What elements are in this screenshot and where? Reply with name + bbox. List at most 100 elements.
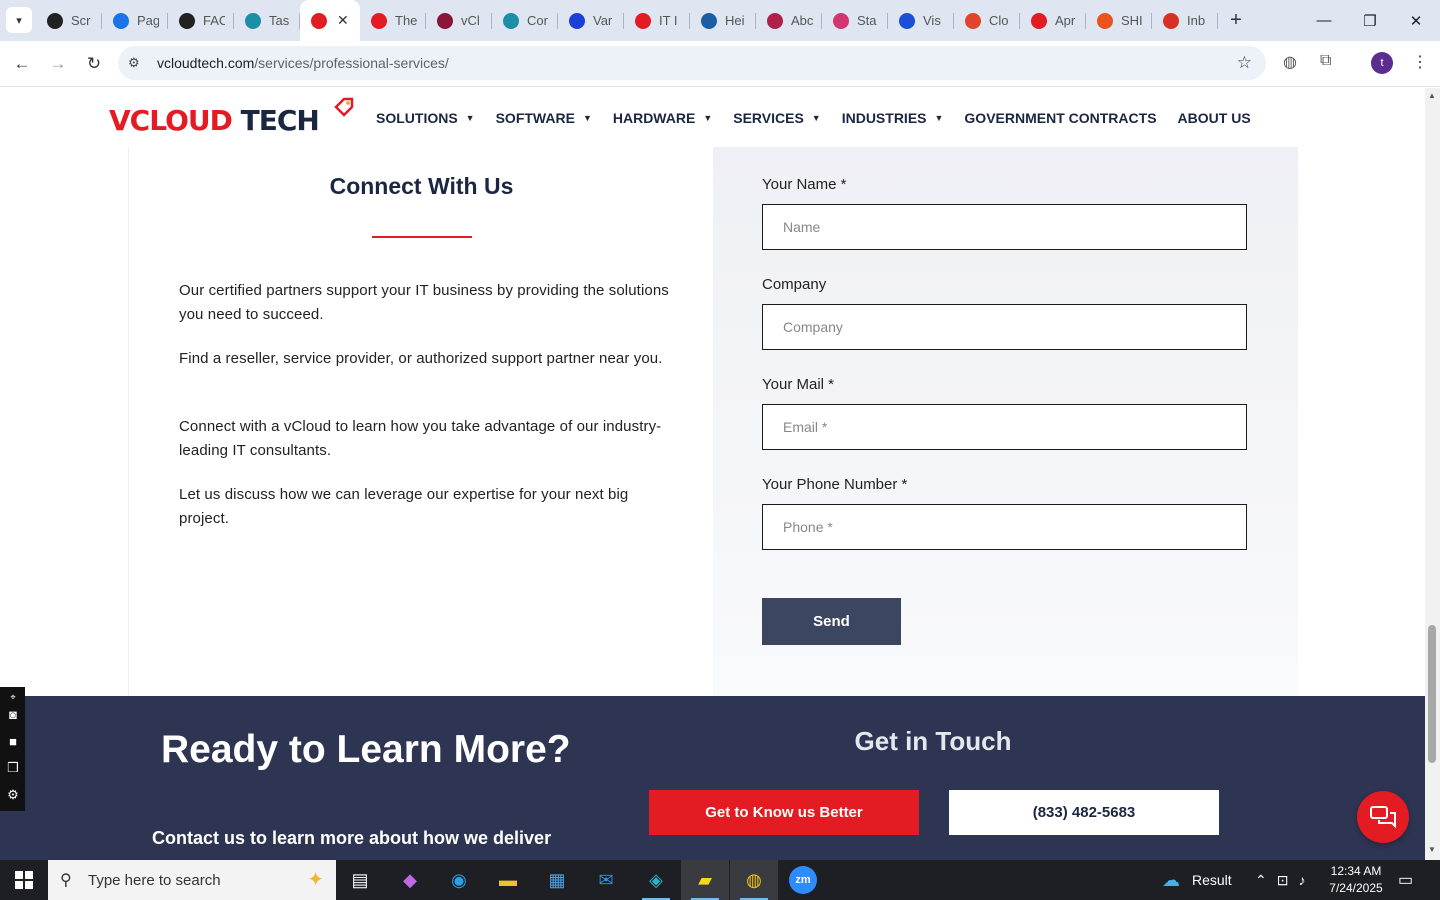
- contact-form: Your Name * Company Your Mail * Your Pho…: [713, 147, 1298, 696]
- ring-logo-icon: [1097, 12, 1113, 29]
- translate-icon[interactable]: ◍: [1283, 52, 1297, 72]
- tab[interactable]: Scr: [36, 0, 102, 41]
- tab-label: Apr: [1055, 13, 1076, 28]
- tab[interactable]: Clo: [954, 0, 1020, 41]
- maximize-icon[interactable]: ❐: [1347, 0, 1393, 41]
- url-text[interactable]: vcloudtech.com/services/professional-ser…: [157, 55, 449, 71]
- tab[interactable]: Hei: [690, 0, 756, 41]
- mail-label: Your Mail *: [762, 376, 834, 393]
- nav-item-industries[interactable]: INDUSTRIES ▼: [842, 110, 944, 126]
- nav-item-services[interactable]: SERVICES ▼: [733, 110, 820, 126]
- x-logo-icon: [569, 12, 585, 29]
- tab[interactable]: Apr: [1020, 0, 1086, 41]
- site-info-icon[interactable]: ⚙: [128, 55, 140, 71]
- screencast-icon: [47, 12, 63, 29]
- menu-icon[interactable]: ⋮: [1412, 52, 1428, 72]
- tab[interactable]: Inb: [1152, 0, 1218, 41]
- scroll-down-icon[interactable]: ▼: [1428, 845, 1436, 854]
- taskbar-search[interactable]: ⚲ Type here to search ✦: [48, 860, 336, 900]
- tab[interactable]: Sta: [822, 0, 888, 41]
- extensions-icon[interactable]: ⧉: [1320, 52, 1331, 70]
- settings-gear-icon[interactable]: ⚙: [4, 786, 22, 804]
- vcloud-logo-icon: [635, 12, 651, 29]
- scroll-up-icon[interactable]: ▲: [1428, 91, 1436, 100]
- nav-item-solutions[interactable]: SOLUTIONS ▼: [376, 110, 475, 126]
- windows-logo-icon: [15, 871, 33, 889]
- company-input[interactable]: [763, 305, 1246, 349]
- nav-item-label: SERVICES: [733, 110, 804, 126]
- connect-text-column: Connect With Us Our certified partners s…: [128, 147, 713, 696]
- mail-icon[interactable]: ✉: [582, 860, 630, 900]
- volume-icon[interactable]: ♪: [1298, 872, 1305, 888]
- chevron-down-icon: ▼: [582, 113, 592, 123]
- file-explorer-icon[interactable]: ▬: [484, 860, 532, 900]
- forward-icon[interactable]: →: [44, 50, 72, 78]
- url-path: /services/professional-services/: [254, 55, 449, 71]
- zoom-icon[interactable]: zm: [779, 860, 827, 900]
- phone-field-wrap: [762, 504, 1247, 550]
- pen-logo-icon: [833, 12, 849, 29]
- profile-avatar[interactable]: t: [1371, 52, 1393, 74]
- store-icon[interactable]: ▦: [533, 860, 581, 900]
- windows-icon[interactable]: ❒: [4, 759, 22, 777]
- phone-button[interactable]: (833) 482-5683: [949, 790, 1219, 835]
- reload-icon[interactable]: ↻: [80, 50, 108, 78]
- close-window-icon[interactable]: ✕: [1393, 0, 1439, 41]
- phone-input[interactable]: [763, 505, 1246, 549]
- tray-chevron-icon[interactable]: ⌃: [1255, 872, 1267, 889]
- sparkle-icon: ✦: [307, 869, 324, 891]
- name-input[interactable]: [763, 205, 1246, 249]
- tab-label: Cor: [527, 13, 548, 28]
- nav-item-software[interactable]: SOFTWARE ▼: [496, 110, 592, 126]
- tab[interactable]: The: [360, 0, 426, 41]
- nav-item-hardware[interactable]: HARDWARE ▼: [613, 110, 712, 126]
- tab[interactable]: IT I: [624, 0, 690, 41]
- app-diamond-icon[interactable]: ◈: [632, 860, 680, 900]
- camera-icon[interactable]: ◙: [4, 705, 22, 723]
- taskbar-clock[interactable]: 12:34 AM 7/24/2025: [1326, 863, 1386, 897]
- logo-part1: VCLOUD: [109, 104, 233, 137]
- know-us-button[interactable]: Get to Know us Better: [649, 790, 919, 835]
- tab-label: IT I: [659, 13, 678, 28]
- windows-start-icon[interactable]: [0, 860, 48, 900]
- task-view-icon[interactable]: ▤: [336, 860, 384, 900]
- tab-search-button[interactable]: ▾: [6, 7, 32, 33]
- edge-icon[interactable]: ◉: [435, 860, 483, 900]
- email-input[interactable]: [763, 405, 1246, 449]
- vcloud-tech-logo[interactable]: VCLOUD TECH: [109, 97, 359, 143]
- new-tab-button[interactable]: +: [1224, 8, 1248, 32]
- weather-widget[interactable]: ☁ Result: [1162, 860, 1232, 900]
- minimize-icon[interactable]: —: [1301, 0, 1347, 41]
- tab[interactable]: Var: [558, 0, 624, 41]
- tab[interactable]: Tas: [234, 0, 300, 41]
- scroll-thumb[interactable]: [1428, 625, 1436, 763]
- tab[interactable]: FAC: [168, 0, 234, 41]
- network-icon[interactable]: ⊡: [1277, 872, 1289, 889]
- connect-paragraph-1: Our certified partners support your IT b…: [179, 282, 669, 323]
- tab[interactable]: Pag: [102, 0, 168, 41]
- nav-item-government-contracts[interactable]: GOVERNMENT CONTRACTS: [964, 110, 1156, 126]
- close-tab-icon[interactable]: ✕: [337, 12, 349, 29]
- tab[interactable]: Cor: [492, 0, 558, 41]
- title-divider: [372, 236, 472, 238]
- copilot-icon[interactable]: ◆: [386, 860, 434, 900]
- page-scrollbar[interactable]: ▲ ▼: [1425, 88, 1440, 860]
- address-bar[interactable]: ⚙ vcloudtech.com/services/professional-s…: [118, 46, 1266, 80]
- nav-item-about-us[interactable]: ABOUT US: [1178, 110, 1251, 126]
- pin-icon[interactable]: ⌖: [4, 688, 22, 706]
- notifications-icon[interactable]: ▭: [1398, 860, 1413, 900]
- chat-icon[interactable]: [1357, 791, 1409, 843]
- bookmark-star-icon[interactable]: ☆: [1237, 53, 1252, 73]
- send-button[interactable]: Send: [762, 598, 901, 645]
- back-icon[interactable]: ←: [8, 50, 36, 78]
- sticky-notes-icon[interactable]: ▰: [681, 860, 729, 900]
- tab-active[interactable]: ✕: [300, 0, 360, 41]
- tab[interactable]: Vis: [888, 0, 954, 41]
- browser-tab-strip: ▾ Scr Pag FAC Tas ✕ The vCl Cor Var IT I Hei Abc Sta…: [0, 0, 1440, 41]
- tab[interactable]: SHI: [1086, 0, 1152, 41]
- chrome-icon[interactable]: ◍: [730, 860, 778, 900]
- tab[interactable]: Abc: [756, 0, 822, 41]
- company-field-wrap: [762, 304, 1247, 350]
- video-icon[interactable]: ■: [4, 732, 22, 750]
- tab[interactable]: vCl: [426, 0, 492, 41]
